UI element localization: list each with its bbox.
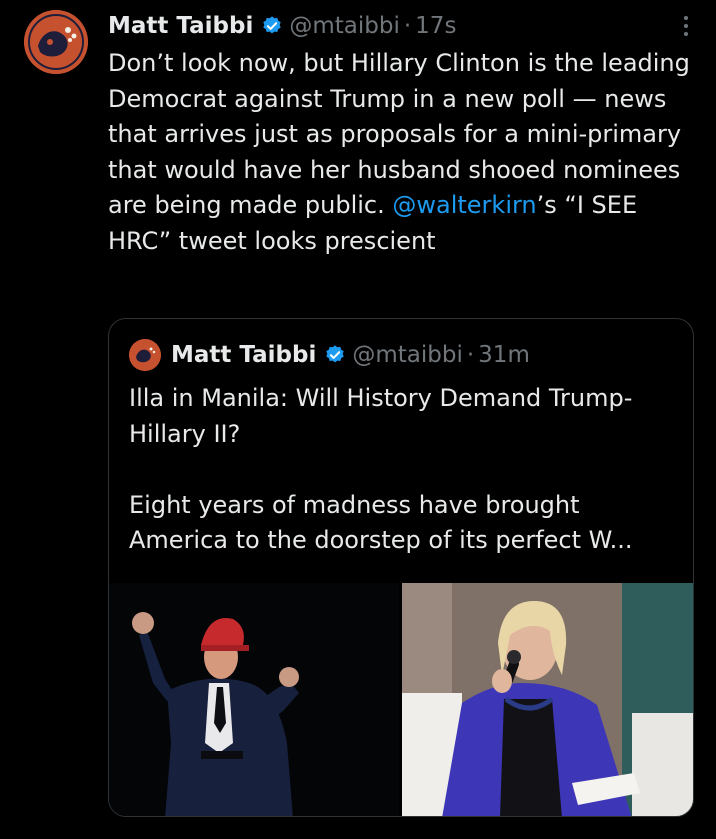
- avatar-image: [24, 10, 88, 74]
- more-options-icon[interactable]: [676, 12, 696, 40]
- author-handle[interactable]: @mtaibbi: [289, 13, 400, 39]
- quoted-tweet-card[interactable]: Matt Taibbi @mtaibbi · 31m Illa in Manil…: [108, 318, 694, 817]
- author-avatar[interactable]: [24, 10, 88, 74]
- quoted-author-name: Matt Taibbi: [171, 342, 317, 368]
- quoted-author-handle: @mtaibbi: [352, 342, 463, 368]
- tweet-header: Matt Taibbi @mtaibbi · 17s: [108, 8, 696, 44]
- separator-dot: ·: [403, 13, 412, 39]
- verified-badge-icon: [261, 15, 283, 37]
- quoted-tweet-title: Illa in Manila: Will History Demand Trum…: [129, 384, 633, 448]
- quoted-tweet-excerpt: Eight years of madness have brought Amer…: [129, 490, 633, 555]
- verified-badge-icon: [324, 344, 346, 366]
- hillary-photo[interactable]: [399, 583, 693, 816]
- mention-link[interactable]: @walterkirn: [392, 191, 536, 219]
- separator-dot: ·: [466, 342, 475, 368]
- quoted-tweet-text: Illa in Manila: Will History Demand Trum…: [129, 381, 679, 559]
- trump-photo[interactable]: [109, 583, 399, 816]
- author-name[interactable]: Matt Taibbi: [108, 13, 253, 39]
- quoted-tweet-media[interactable]: [109, 583, 693, 816]
- quoted-author-avatar: [129, 339, 161, 371]
- tweet-timestamp[interactable]: 17s: [415, 13, 456, 39]
- quoted-tweet-timestamp: 31m: [478, 342, 530, 368]
- tweet-text: Don’t look now, but Hillary Clinton is t…: [108, 46, 703, 259]
- quoted-tweet-header: Matt Taibbi @mtaibbi · 31m: [129, 339, 530, 371]
